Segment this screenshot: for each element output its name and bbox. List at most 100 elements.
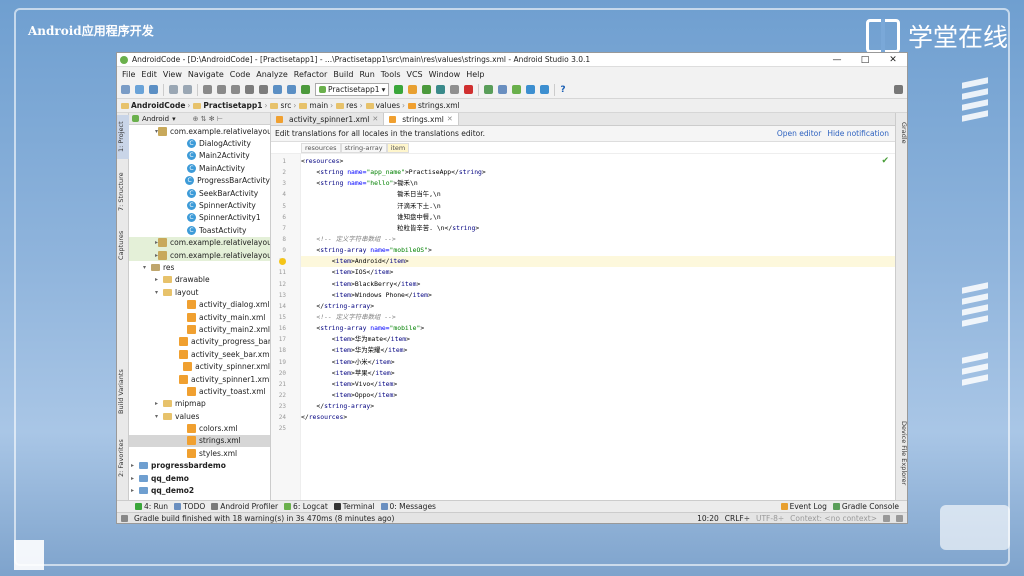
apply-changes-icon[interactable] (408, 85, 418, 94)
open-editor-link[interactable]: Open editor (777, 129, 822, 138)
tree-item[interactable]: C ProgressBarActivity (129, 175, 270, 187)
tree-item[interactable]: ▸ com.example.relativelayou (129, 248, 270, 262)
code-line[interactable]: <string name="hello">锄禾\n (301, 178, 895, 189)
code-line[interactable]: <item>Vivo</item> (301, 379, 895, 390)
code-line[interactable]: <item>Windows Phone</item> (301, 290, 895, 301)
menu-navigate[interactable]: Navigate (185, 70, 227, 79)
run-icon[interactable] (394, 85, 404, 94)
stop-icon[interactable] (464, 85, 474, 94)
menu-tools[interactable]: Tools (378, 70, 404, 79)
replace-icon[interactable] (259, 85, 268, 94)
code-line[interactable]: <item>BlackBerry</item> (301, 279, 895, 290)
coverage-icon[interactable] (436, 85, 446, 94)
tool-windows-toggle-icon[interactable] (121, 514, 128, 522)
chevron-down-icon[interactable]: ▾ (155, 289, 163, 296)
hector-icon[interactable] (896, 514, 903, 522)
code-line[interactable]: <item>华为荣耀</item> (301, 345, 895, 356)
code-line[interactable]: <item>华为mate</item> (301, 334, 895, 345)
chevron-down-icon[interactable]: ▾ (143, 264, 151, 271)
search-everywhere-icon[interactable] (894, 85, 903, 94)
xml-crumb[interactable]: item (386, 142, 410, 153)
lock-icon[interactable] (883, 514, 890, 522)
tree-item[interactable]: activity_spinner.xml (129, 360, 270, 372)
redo-icon[interactable] (183, 85, 192, 94)
build-hammer-icon[interactable] (301, 85, 310, 94)
breadcrumb-item[interactable]: src › (270, 101, 296, 110)
forward-icon[interactable] (287, 85, 296, 94)
cut-icon[interactable] (203, 85, 212, 94)
code-line[interactable]: <item>苹果</item> (301, 368, 895, 379)
menu-view[interactable]: View (160, 70, 185, 79)
tree-item[interactable]: ▾ res (129, 261, 270, 273)
tab-structure[interactable]: 7: Structure (117, 167, 129, 217)
tree-item[interactable]: activity_main.xml (129, 311, 270, 323)
tab-project[interactable]: 1: Project (117, 115, 129, 159)
menu-file[interactable]: File (119, 70, 138, 79)
refresh-icon[interactable] (149, 85, 158, 94)
xml-crumb[interactable]: string-array (340, 142, 387, 153)
paste-icon[interactable] (231, 85, 240, 94)
tree-item[interactable]: activity_progress_bar.x (129, 336, 270, 348)
tree-item[interactable]: ▸ qq_demo (129, 472, 270, 484)
close-icon[interactable]: ✕ (372, 115, 378, 123)
tab-captures[interactable]: Captures (117, 225, 129, 265)
run-config-select[interactable]: Practisetapp1 ▾ (315, 83, 390, 96)
project-structure-icon[interactable] (526, 85, 536, 94)
minimize-button[interactable]: — (823, 55, 851, 65)
tab-favorites[interactable]: 2: Favorites (117, 435, 129, 481)
code-line[interactable]: 粒粒皆辛苦. \n</string> (301, 223, 895, 234)
code-line[interactable]: <item>IOS</item> (301, 267, 895, 278)
tree-item[interactable]: ▸ qq_demo2 (129, 484, 270, 496)
profile-icon[interactable] (450, 85, 460, 94)
maximize-button[interactable]: □ (851, 55, 879, 65)
chevron-right-icon[interactable]: ▸ (155, 276, 163, 283)
line-separator[interactable]: CRLF÷ (725, 514, 750, 523)
sync-icon[interactable] (135, 85, 144, 94)
help-icon[interactable]: ? (560, 85, 565, 95)
tree-item[interactable]: ▸ com.example.relativelayou (129, 236, 270, 249)
download-icon[interactable] (540, 85, 550, 94)
menu-run[interactable]: Run (356, 70, 377, 79)
hide-notification-link[interactable]: Hide notification (827, 129, 889, 138)
breadcrumb-item[interactable]: strings.xml (408, 101, 460, 110)
code-line[interactable]: <item>Android</item> (301, 256, 895, 268)
file-encoding[interactable]: UTF-8÷ (756, 514, 784, 523)
tree-item[interactable]: ▾ layout (129, 286, 270, 298)
logcat-tool-button[interactable]: 6: Logcat (284, 502, 328, 511)
code-editor[interactable]: 1234567891011121314151617181920212223242… (271, 154, 895, 501)
debug-icon[interactable] (422, 85, 432, 94)
tab-gradle[interactable]: Gradle (896, 115, 907, 151)
tree-item[interactable]: C SpinnerActivity (129, 199, 270, 211)
code-line[interactable]: <!-- 定义字符串数组 --> (301, 312, 895, 323)
tab-build-variants[interactable]: Build Variants (117, 363, 129, 421)
tree-item[interactable]: activity_dialog.xml (129, 298, 270, 310)
tree-item[interactable]: strings.xml (129, 434, 270, 448)
chevron-right-icon[interactable]: ▸ (131, 462, 139, 469)
code-line[interactable] (301, 423, 895, 434)
undo-icon[interactable] (169, 85, 178, 94)
breadcrumb-item[interactable]: values › (365, 101, 405, 110)
tree-item[interactable]: ▸ progressbardemo (129, 460, 270, 472)
code-line[interactable]: 谁知盘中餐,\n (301, 212, 895, 223)
code-lines[interactable]: <resources> <string name="app_name">Prac… (301, 154, 895, 501)
chevron-right-icon[interactable]: ▸ (155, 400, 163, 407)
breadcrumb-item[interactable]: Practisetapp1 › (193, 101, 267, 110)
xml-crumb[interactable]: resources (301, 142, 341, 153)
find-icon[interactable] (245, 85, 254, 94)
sdk-manager-icon[interactable] (512, 85, 522, 94)
tree-item[interactable]: C SeekBarActivity (129, 187, 270, 199)
tree-item[interactable]: colors.xml (129, 422, 270, 434)
menu-window[interactable]: Window (426, 70, 464, 79)
code-line[interactable]: </string-array> (301, 301, 895, 312)
chevron-right-icon[interactable]: ▸ (131, 475, 139, 482)
close-button[interactable]: ✕ (879, 55, 907, 65)
tree-item[interactable]: C ToastActivity (129, 224, 270, 236)
tree-item[interactable]: C Main2Activity (129, 150, 270, 162)
event-log-button[interactable]: Event Log (780, 502, 827, 511)
back-icon[interactable] (273, 85, 282, 94)
breadcrumb-item[interactable]: main › (299, 101, 333, 110)
tab-strings-xml[interactable]: strings.xml ✕ (384, 113, 459, 125)
code-line[interactable]: </resources> (301, 412, 895, 423)
tree-item[interactable]: ▸ drawable (129, 274, 270, 286)
run-tool-button[interactable]: 4: Run (135, 502, 168, 511)
